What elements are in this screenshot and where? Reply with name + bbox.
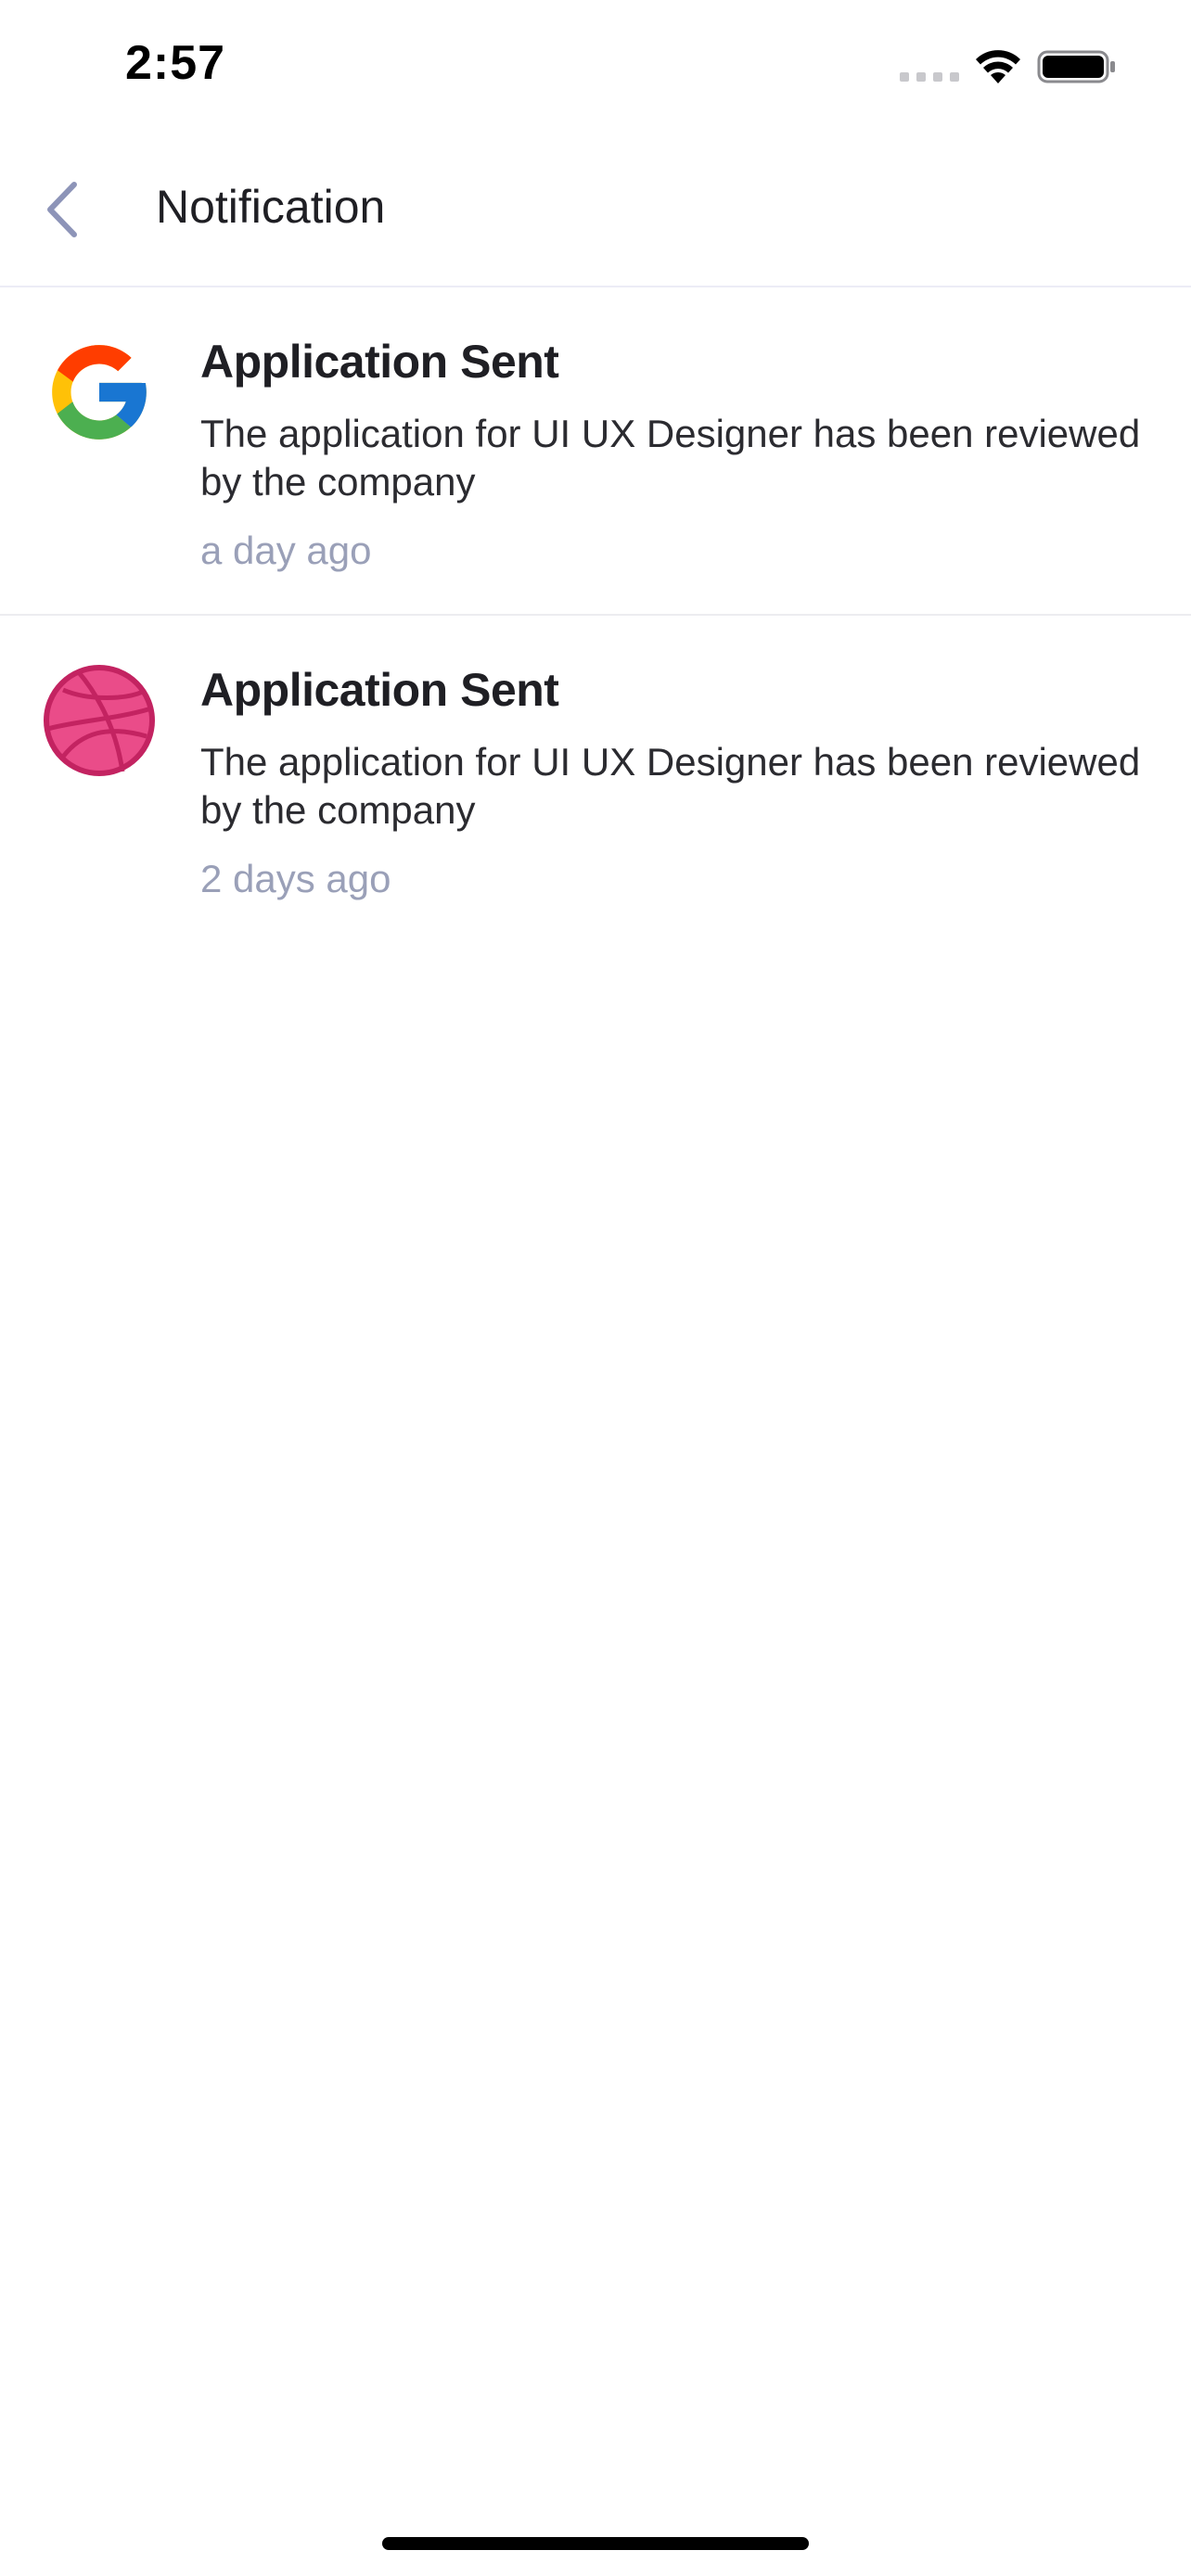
battery-icon — [1037, 50, 1115, 83]
dribbble-logo-icon — [44, 665, 155, 776]
notification-title: Application Sent — [200, 664, 559, 716]
notification-body: The application for UI UX Designer has b… — [200, 740, 1141, 832]
header: Notification — [0, 139, 1191, 287]
notification-item[interactable]: Application Sent The application for UI … — [0, 287, 1191, 616]
notification-time: a day ago — [200, 529, 372, 572]
notification-time: 2 days ago — [200, 857, 391, 900]
notification-content: Application Sent The application for UI … — [200, 662, 1146, 903]
page-title: Notification — [156, 181, 386, 233]
cellular-signal-icon — [900, 72, 959, 82]
home-indicator[interactable] — [382, 2537, 809, 2550]
status-bar: 2:57 — [0, 0, 1191, 139]
notification-list: Application Sent The application for UI … — [0, 287, 1191, 942]
notification-item[interactable]: Application Sent The application for UI … — [0, 616, 1191, 942]
google-logo-icon — [52, 345, 147, 440]
back-button[interactable] — [28, 176, 95, 243]
notification-body: The application for UI UX Designer has b… — [200, 412, 1141, 504]
status-time: 2:57 — [125, 36, 226, 90]
notification-content: Application Sent The application for UI … — [200, 334, 1146, 575]
chevron-left-icon — [47, 182, 77, 237]
wifi-icon — [976, 50, 1020, 83]
notification-title: Application Sent — [200, 336, 559, 388]
